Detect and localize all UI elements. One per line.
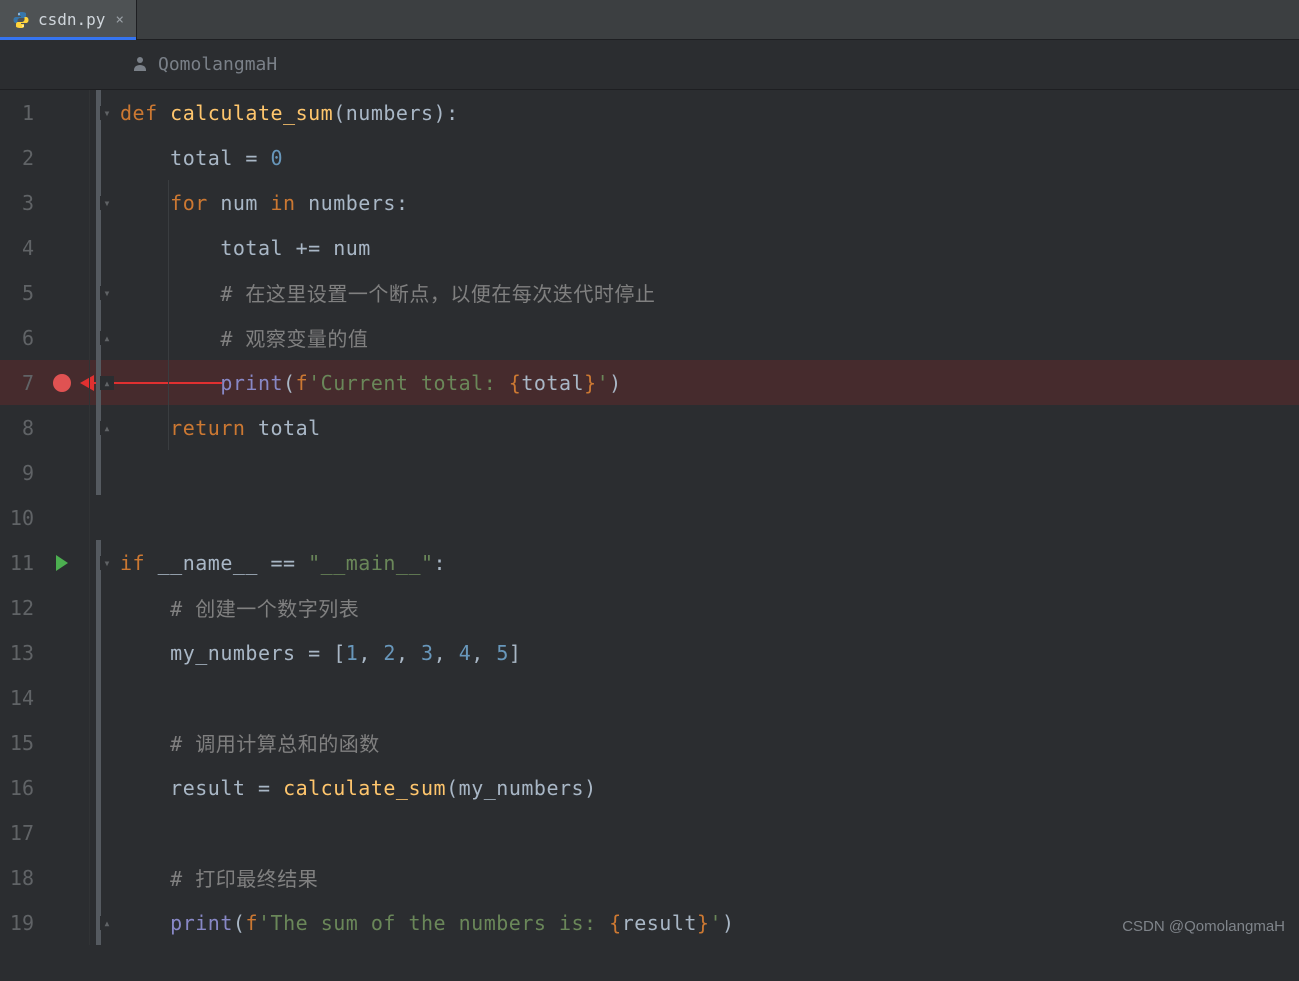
line-number: 19 bbox=[0, 900, 48, 945]
line-number: 9 bbox=[0, 450, 48, 495]
code-line[interactable]: 14 bbox=[0, 675, 1299, 720]
line-number: 12 bbox=[0, 585, 48, 630]
code-text[interactable]: print(f'The sum of the numbers is: {resu… bbox=[118, 911, 735, 935]
code-line[interactable]: 3 for num in numbers: bbox=[0, 180, 1299, 225]
code-text[interactable]: my_numbers = [1, 2, 3, 4, 5] bbox=[118, 641, 521, 665]
line-number: 4 bbox=[0, 225, 48, 270]
gutter-separator bbox=[89, 90, 90, 945]
code-line[interactable]: 5 # 在这里设置一个断点，以便在每次迭代时停止 bbox=[0, 270, 1299, 315]
author-name: QomolangmaH bbox=[158, 54, 277, 75]
code-line[interactable]: 12 # 创建一个数字列表 bbox=[0, 585, 1299, 630]
tab-filename: csdn.py bbox=[38, 10, 105, 29]
code-line[interactable]: 4 total += num bbox=[0, 225, 1299, 270]
code-line[interactable]: 11 if __name__ == "__main__": bbox=[0, 540, 1299, 585]
line-number: 8 bbox=[0, 405, 48, 450]
fold-open-icon[interactable]: ▾ bbox=[100, 196, 114, 210]
code-text[interactable]: result = calculate_sum(my_numbers) bbox=[118, 776, 597, 800]
code-line[interactable]: 19 print(f'The sum of the numbers is: {r… bbox=[0, 900, 1299, 945]
line-number: 10 bbox=[0, 495, 48, 540]
line-number: 3 bbox=[0, 180, 48, 225]
code-text[interactable]: total = 0 bbox=[118, 146, 283, 170]
code-text[interactable]: # 观察变量的值 bbox=[118, 323, 368, 352]
file-tab[interactable]: csdn.py × bbox=[0, 0, 137, 39]
code-editor[interactable]: 1def calculate_sum(numbers):2 total = 03… bbox=[0, 90, 1299, 945]
code-line[interactable]: 6 # 观察变量的值 bbox=[0, 315, 1299, 360]
code-text[interactable]: # 打印最终结果 bbox=[118, 863, 318, 892]
tab-bar: csdn.py × bbox=[0, 0, 1299, 40]
code-text[interactable]: return total bbox=[118, 416, 321, 440]
code-text[interactable]: total += num bbox=[118, 236, 371, 260]
fold-open-icon[interactable]: ▾ bbox=[100, 286, 114, 300]
active-tab-indicator bbox=[0, 37, 136, 40]
line-number: 17 bbox=[0, 810, 48, 855]
breakpoint-icon[interactable] bbox=[53, 374, 71, 392]
code-text[interactable]: def calculate_sum(numbers): bbox=[118, 101, 459, 125]
code-text[interactable]: # 在这里设置一个断点，以便在每次迭代时停止 bbox=[118, 278, 655, 307]
code-line[interactable]: 1 def calculate_sum(numbers): bbox=[0, 90, 1299, 135]
watermark: CSDN @QomolangmaH bbox=[1122, 918, 1285, 935]
code-line[interactable]: 7 print(f'Current total: {total}') bbox=[0, 360, 1299, 405]
line-number: 18 bbox=[0, 855, 48, 900]
code-line[interactable]: 18 # 打印最终结果 bbox=[0, 855, 1299, 900]
line-number: 7 bbox=[0, 360, 48, 405]
code-line[interactable]: 10 bbox=[0, 495, 1299, 540]
code-line[interactable]: 13 my_numbers = [1, 2, 3, 4, 5] bbox=[0, 630, 1299, 675]
line-number: 11 bbox=[0, 540, 48, 585]
author-annotation-bar: QomolangmaH bbox=[0, 40, 1299, 90]
code-line[interactable]: 17 bbox=[0, 810, 1299, 855]
gutter[interactable]: 10 bbox=[0, 495, 118, 540]
line-number: 14 bbox=[0, 675, 48, 720]
line-number: 6 bbox=[0, 315, 48, 360]
indent-guide bbox=[168, 180, 169, 450]
fold-close-icon[interactable]: ▴ bbox=[100, 376, 114, 390]
code-line[interactable]: 2 total = 0 bbox=[0, 135, 1299, 180]
fold-close-icon[interactable]: ▴ bbox=[100, 331, 114, 345]
fold-open-icon[interactable]: ▾ bbox=[100, 106, 114, 120]
code-line[interactable]: 9 bbox=[0, 450, 1299, 495]
close-icon[interactable]: × bbox=[113, 12, 125, 28]
line-number: 16 bbox=[0, 765, 48, 810]
user-icon bbox=[132, 55, 148, 75]
line-number: 13 bbox=[0, 630, 48, 675]
code-line[interactable]: 8 return total bbox=[0, 405, 1299, 450]
fold-region-bar bbox=[96, 540, 101, 945]
line-number: 15 bbox=[0, 720, 48, 765]
fold-close-icon[interactable]: ▴ bbox=[100, 421, 114, 435]
code-line[interactable]: 16 result = calculate_sum(my_numbers) bbox=[0, 765, 1299, 810]
run-gutter-icon[interactable] bbox=[56, 555, 68, 571]
code-line[interactable]: 15 # 调用计算总和的函数 bbox=[0, 720, 1299, 765]
python-file-icon bbox=[12, 11, 30, 29]
code-text[interactable]: # 调用计算总和的函数 bbox=[118, 728, 380, 757]
line-number: 5 bbox=[0, 270, 48, 315]
code-text[interactable]: for num in numbers: bbox=[118, 191, 408, 215]
line-number: 2 bbox=[0, 135, 48, 180]
code-text[interactable]: # 创建一个数字列表 bbox=[118, 593, 359, 622]
fold-open-icon[interactable]: ▾ bbox=[100, 556, 114, 570]
code-text[interactable]: if __name__ == "__main__": bbox=[118, 551, 446, 575]
fold-close-icon[interactable]: ▴ bbox=[100, 916, 114, 930]
line-number: 1 bbox=[0, 90, 48, 135]
